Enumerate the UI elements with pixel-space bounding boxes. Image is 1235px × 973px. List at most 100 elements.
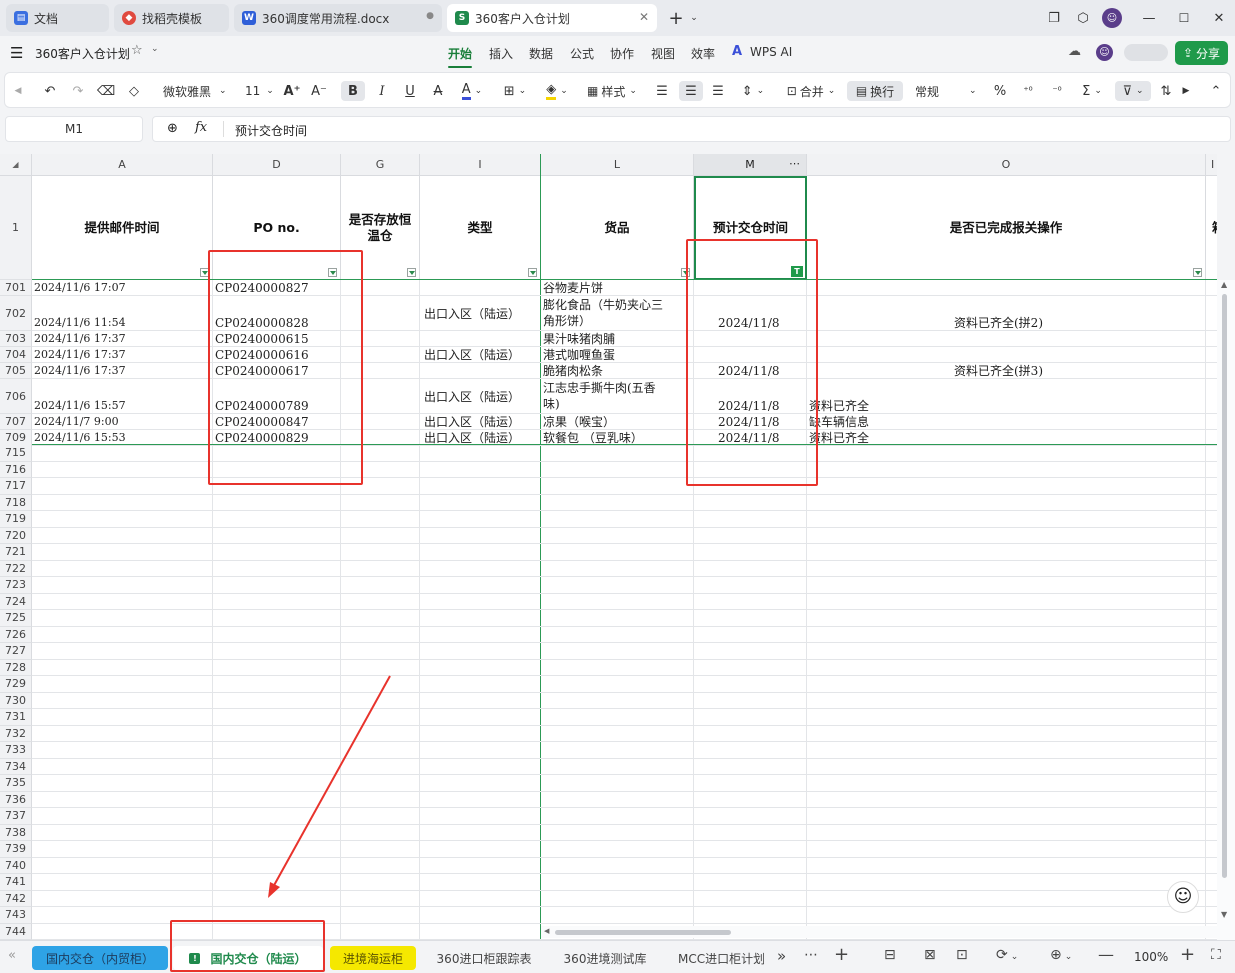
title-bar: ▤ 文档 ◆ 找稻壳模板 W 360调度常用流程.docx ● S 360客户入… xyxy=(0,0,1235,36)
scroll-down-icon[interactable]: ▼ xyxy=(1221,910,1227,919)
font-name-select[interactable]: 微软雅黑 ⌄ xyxy=(163,81,233,101)
align-right-icon[interactable]: ☰ xyxy=(709,81,727,101)
scroll-right-icon[interactable]: ▶ xyxy=(1179,81,1193,101)
zoom-search-icon[interactable]: ⊕ xyxy=(167,121,178,136)
redo-icon[interactable]: ↷ xyxy=(69,81,87,101)
annotation-arrow xyxy=(268,675,391,898)
formula-content[interactable]: 预计交仓时间 xyxy=(235,122,307,139)
assistant-icon[interactable]: ☺ xyxy=(1167,881,1199,913)
more-sheets-icon[interactable]: » xyxy=(777,947,786,965)
page-layout-icon[interactable]: ⊡ xyxy=(956,947,968,963)
font-size-decrease-icon[interactable]: A⁻ xyxy=(310,81,328,101)
strikethrough-icon[interactable]: A xyxy=(429,81,447,101)
fx-icon[interactable]: fx xyxy=(195,120,207,135)
vertical-scrollbar[interactable]: ▲ ▼ xyxy=(1217,280,1235,940)
autosum-icon[interactable]: Σ ⌄ xyxy=(1077,81,1107,101)
share-button[interactable]: ⇪ 分享 xyxy=(1175,41,1228,65)
tab-docs[interactable]: ▤ 文档 xyxy=(6,4,109,32)
formula-bar[interactable]: ⊕ fx 预计交仓时间 xyxy=(152,116,1231,142)
avatar[interactable]: ☺ xyxy=(1096,44,1113,61)
menu-wps-ai[interactable]: WPS AI xyxy=(750,45,792,59)
tab-label: 360客户入仓计划 xyxy=(475,11,570,26)
font-size-select[interactable]: 11 ⌄ xyxy=(245,81,275,101)
fill-color-icon[interactable]: ◈ ⌄ xyxy=(541,81,573,101)
scroll-left-icon[interactable]: ◀ xyxy=(544,927,549,935)
menu-collab[interactable]: 协作 xyxy=(610,45,634,62)
close-tab-icon[interactable]: ✕ xyxy=(639,10,649,24)
increase-decimal-icon[interactable]: ⁺⁰ xyxy=(1018,81,1038,101)
menu-insert[interactable]: 插入 xyxy=(489,45,513,62)
menu-efficiency[interactable]: 效率 xyxy=(691,45,715,62)
window-restore-icon[interactable]: ❐ xyxy=(1044,8,1064,28)
align-left-icon[interactable]: ☰ xyxy=(653,81,671,101)
reading-mode-icon[interactable]: ⊟ xyxy=(884,947,896,963)
chevron-down-icon[interactable]: ⌄ xyxy=(684,8,704,28)
collapse-ribbon-icon[interactable]: ⌃ xyxy=(1207,81,1225,101)
scroll-up-icon[interactable]: ▲ xyxy=(1221,280,1227,289)
share-icon: ⇪ xyxy=(1182,46,1194,60)
close-window-icon[interactable]: ✕ xyxy=(1209,8,1229,28)
sheet-tab-import-sea[interactable]: 进境海运柜 xyxy=(330,946,416,970)
decrease-decimal-icon[interactable]: ⁻⁰ xyxy=(1047,81,1067,101)
name-box[interactable]: M1 xyxy=(5,116,143,142)
merge-button[interactable]: ⊡ 合并 ⌄ xyxy=(781,81,841,101)
eye-protect-icon[interactable]: ⊠ xyxy=(924,947,936,963)
undo-icon[interactable]: ↶ xyxy=(41,81,59,101)
view-mode-icon[interactable]: ⊕ ⌄ xyxy=(1050,947,1072,963)
menu-home[interactable]: 开始 xyxy=(448,45,473,68)
sheet-tab-mcc-plan[interactable]: MCC进口柜计划 xyxy=(668,946,764,970)
vertical-align-icon[interactable]: ⇕ ⌄ xyxy=(737,81,769,101)
horizontal-scrollbar[interactable]: ◀ xyxy=(541,926,1217,938)
italic-icon[interactable]: I xyxy=(373,81,391,101)
number-format-select[interactable]: 常规 ⌄ xyxy=(915,81,983,101)
zoom-out-icon[interactable]: — xyxy=(1098,945,1114,964)
font-color-icon[interactable]: A ⌄ xyxy=(457,81,487,101)
sheet-tab-test-warehouse[interactable]: 360进境测试库 xyxy=(554,946,656,970)
percent-icon[interactable]: % xyxy=(991,81,1009,101)
bold-icon[interactable]: B xyxy=(341,81,365,101)
hamburger-icon[interactable]: ☰ xyxy=(10,44,23,62)
font-size-increase-icon[interactable]: A⁺ xyxy=(283,81,301,101)
chevron-down-icon: ⌄ xyxy=(827,86,836,96)
file-title[interactable]: 360客户入仓计划 xyxy=(35,45,130,62)
eraser-icon[interactable]: ◇ xyxy=(125,81,143,101)
menu-data[interactable]: 数据 xyxy=(529,45,553,62)
format-painter-icon[interactable]: ⌫ xyxy=(97,81,115,101)
fullscreen-icon[interactable]: ⛶ xyxy=(1211,947,1221,963)
style-icon: ▦ xyxy=(587,84,599,98)
filter-icon[interactable]: ⊽ ⌄ xyxy=(1115,81,1151,101)
sync-icon[interactable]: ⟳ ⌄ xyxy=(996,947,1018,963)
chevron-down-icon[interactable]: ⌄ xyxy=(151,44,159,54)
align-center-icon[interactable]: ☰ xyxy=(679,81,703,101)
zoom-in-icon[interactable]: + xyxy=(1180,944,1195,965)
zoom-level[interactable]: 100% xyxy=(1134,950,1168,964)
prev-sheets-icon[interactable]: « xyxy=(8,948,16,963)
star-icon[interactable]: ☆ xyxy=(131,43,143,58)
sheet-tab-import-tracking[interactable]: 360进口柜跟踪表 xyxy=(427,946,541,970)
avatar[interactable]: ☺ xyxy=(1102,8,1122,28)
tab-active-sheet[interactable]: S 360客户入仓计划 ✕ xyxy=(447,4,657,32)
sheet-menu-icon[interactable]: ⋯ xyxy=(804,947,818,963)
collaborators-avatars[interactable] xyxy=(1124,44,1168,61)
new-tab-icon[interactable]: + xyxy=(666,8,686,29)
menu-formula[interactable]: 公式 xyxy=(570,45,594,62)
tab-docer-templates[interactable]: ◆ 找稻壳模板 xyxy=(114,4,229,32)
spreadsheet-grid[interactable]: ◢ A D G I L M ⋯ O I 1 提供邮件时间 PO no. 是否存放恒… xyxy=(0,154,1217,940)
doc-icon: ▤ xyxy=(14,11,28,25)
underline-icon[interactable]: U xyxy=(401,81,419,101)
sort-icon[interactable]: ⇅ xyxy=(1159,81,1173,101)
wrap-text-button[interactable]: ▤ 换行 xyxy=(847,81,903,101)
scrollbar-thumb[interactable] xyxy=(555,930,731,935)
scroll-left-icon[interactable]: ◀ xyxy=(11,81,25,101)
maximize-icon[interactable]: ☐ xyxy=(1174,8,1194,28)
sheet-tab-domestic-container[interactable]: 国内交仓（内贸柜） xyxy=(32,946,168,970)
add-sheet-icon[interactable]: + xyxy=(834,944,849,965)
borders-icon[interactable]: ⊞ ⌄ xyxy=(499,81,531,101)
cube-icon[interactable]: ⬡ xyxy=(1073,8,1093,28)
minimize-icon[interactable]: — xyxy=(1139,8,1159,28)
scrollbar-thumb[interactable] xyxy=(1222,294,1227,878)
menu-view[interactable]: 视图 xyxy=(651,45,675,62)
tab-word-doc[interactable]: W 360调度常用流程.docx ● xyxy=(234,4,442,32)
cell-style-button[interactable]: ▦ 样式 ⌄ xyxy=(583,81,641,101)
cloud-sync-icon[interactable]: ☁ xyxy=(1068,44,1081,59)
